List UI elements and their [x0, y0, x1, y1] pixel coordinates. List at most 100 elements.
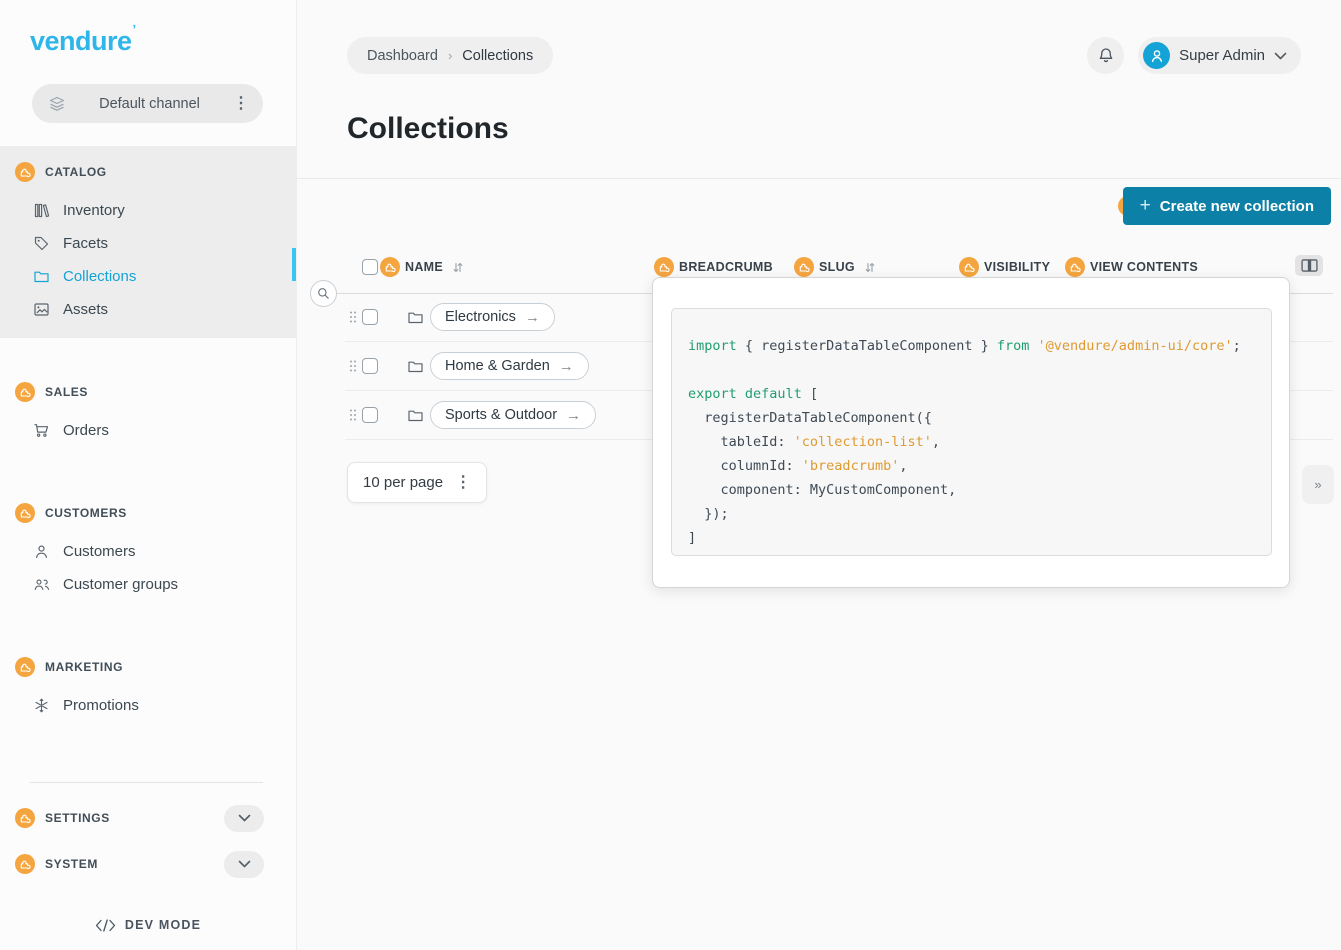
notifications-button[interactable] [1087, 37, 1124, 74]
plugin-badge-icon[interactable] [959, 257, 979, 277]
column-settings-button[interactable] [1295, 255, 1323, 276]
sidebar-nav: CATALOG Inventory Facets Collections Assets S… [0, 146, 296, 734]
sidebar-section-catalog[interactable]: CATALOG [0, 160, 296, 184]
code-line: columnId: 'breadcrumb', [688, 454, 1271, 478]
sidebar-section-settings[interactable]: SETTINGS [0, 795, 296, 841]
avatar [1143, 42, 1170, 69]
next-page-button[interactable]: » [1302, 465, 1334, 504]
select-all-checkbox[interactable] [362, 259, 378, 275]
nav-item-label: Inventory [63, 202, 125, 219]
plugin-badge-icon[interactable] [15, 854, 35, 874]
column-label[interactable]: NAME [405, 260, 443, 274]
code-line: component: MyCustomComponent, [688, 478, 1271, 502]
arrow-right-icon: → [566, 407, 581, 424]
collection-link-pill[interactable]: Sports & Outdoor→ [430, 401, 596, 429]
row-checkbox[interactable] [362, 358, 378, 374]
dev-mode-label: DEV MODE [125, 918, 201, 932]
plugin-badge-icon[interactable] [1065, 257, 1085, 277]
nav-item-label: Facets [63, 235, 108, 252]
tag-icon [33, 235, 50, 252]
collection-link-pill[interactable]: Electronics → [430, 303, 555, 331]
plugin-badge-icon[interactable] [654, 257, 674, 277]
sidebar-item-customers[interactable]: Customers [0, 535, 296, 568]
column-label[interactable]: BREADCRUMB [679, 260, 773, 274]
code-line: }); [688, 502, 1271, 526]
code-line: tableId: 'collection-list', [688, 430, 1271, 454]
vendure-logo: vendureʼ [0, 0, 296, 57]
plugin-badge-icon[interactable] [15, 808, 35, 828]
plugin-badge-icon[interactable] [380, 257, 400, 277]
channel-label: Default channel [66, 96, 233, 112]
collection-link-pill[interactable]: Home & Garden→ [430, 352, 589, 380]
create-new-collection-button[interactable]: + Create new collection [1123, 187, 1331, 225]
sort-icon[interactable] [452, 261, 464, 274]
columns-icon [1301, 259, 1318, 272]
column-header-name: NAME [380, 249, 464, 285]
sidebar-item-collections[interactable]: Collections [0, 260, 296, 293]
channel-selector[interactable]: Default channel ⋮ [32, 84, 263, 123]
plugin-badge-icon[interactable] [15, 382, 35, 402]
sidebar-item-assets[interactable]: Assets [0, 293, 296, 326]
drag-handle-icon[interactable] [349, 310, 357, 324]
nav-item-label: Orders [63, 422, 109, 439]
nav-item-label: Collections [63, 268, 136, 285]
arrow-right-icon: → [559, 358, 574, 375]
sidebar-section-system[interactable]: SYSTEM [0, 841, 296, 887]
nav-item-label: Customer groups [63, 576, 178, 593]
kebab-icon[interactable]: ⋮ [233, 96, 249, 112]
sidebar-divider [30, 782, 263, 783]
section-label: SETTINGS [45, 811, 224, 825]
logo-tick: ʼ [133, 22, 136, 37]
drag-handle-icon[interactable] [349, 359, 357, 373]
plugin-badge-icon[interactable] [15, 162, 35, 182]
items-per-page-selector[interactable]: 10 per page ⋮ [347, 462, 487, 503]
expand-section-button[interactable] [224, 805, 264, 832]
chevron-down-icon [238, 814, 251, 822]
collection-name: Electronics [445, 309, 516, 325]
sort-icon[interactable] [864, 261, 876, 274]
breadcrumb-separator-icon: › [448, 48, 452, 63]
dev-mode-toggle[interactable]: DEV MODE [0, 918, 296, 932]
code-snippet: import { registerDataTableComponent } fr… [671, 308, 1272, 556]
sidebar-item-customer-groups[interactable]: Customer groups [0, 568, 296, 601]
image-icon [33, 301, 50, 318]
code-line: ] [688, 526, 1271, 550]
plugin-badge-icon[interactable] [15, 657, 35, 677]
sidebar-item-promotions[interactable]: Promotions [0, 689, 296, 722]
column-label[interactable]: SLUG [819, 260, 855, 274]
breadcrumb-collections[interactable]: Collections [462, 48, 533, 64]
folder-icon [407, 358, 424, 375]
plugin-badge-icon[interactable] [15, 503, 35, 523]
sidebar-item-inventory[interactable]: Inventory [0, 194, 296, 227]
kebab-icon: ⋮ [455, 475, 471, 491]
user-menu[interactable]: Super Admin [1138, 37, 1301, 74]
column-label[interactable]: VIEW CONTENTS [1090, 260, 1198, 274]
breadcrumb-dashboard[interactable]: Dashboard [367, 48, 438, 64]
column-label[interactable]: VISIBILITY [984, 260, 1050, 274]
sidebar-item-orders[interactable]: Orders [0, 414, 296, 447]
expand-section-button[interactable] [224, 851, 264, 878]
folder-icon [407, 309, 424, 326]
nav-item-label: Assets [63, 301, 108, 318]
folder-icon [407, 407, 424, 424]
sidebar-group-catalog: CATALOG Inventory Facets Collections Assets [0, 146, 296, 338]
sidebar-section-customers[interactable]: CUSTOMERS [0, 501, 296, 525]
sidebar-section-marketing[interactable]: MARKETING [0, 655, 296, 679]
sidebar-group-marketing: MARKETING Promotions [0, 641, 296, 734]
avatar-user-icon [1147, 46, 1167, 66]
drag-handle-icon[interactable] [349, 408, 357, 422]
code-line [688, 358, 1271, 382]
sidebar-item-facets[interactable]: Facets [0, 227, 296, 260]
code-line: export default [ [688, 382, 1271, 406]
plugin-badge-icon[interactable] [794, 257, 814, 277]
cart-icon [33, 422, 50, 439]
arrow-right-icon: → [525, 309, 540, 326]
sidebar-section-sales[interactable]: SALES [0, 380, 296, 404]
section-label: SYSTEM [45, 857, 224, 871]
layers-icon [48, 95, 66, 113]
chevron-down-icon [238, 860, 251, 868]
row-checkbox[interactable] [362, 407, 378, 423]
row-checkbox[interactable] [362, 309, 378, 325]
search-toggle-button[interactable] [310, 280, 337, 307]
collapsed-sections: SETTINGS SYSTEM [0, 795, 296, 887]
